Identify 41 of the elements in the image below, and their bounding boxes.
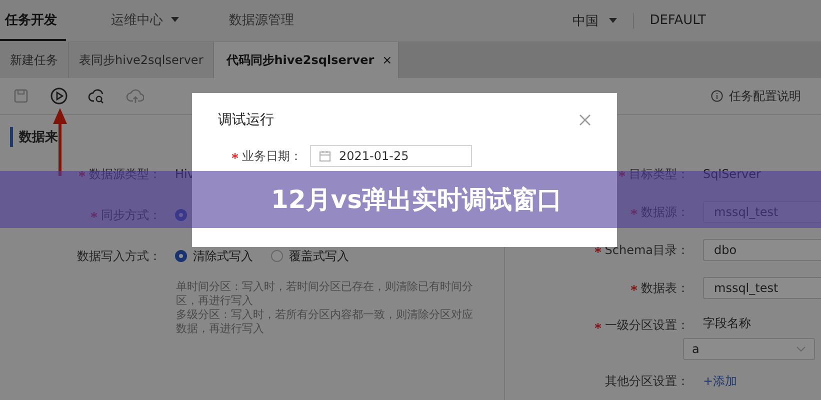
input-field[interactable]: dbo (703, 239, 821, 261)
input-field[interactable]: mssql_test (703, 277, 821, 299)
nav-tab[interactable]: 运维中心 (106, 0, 184, 41)
caret-icon (608, 18, 617, 23)
calendar-icon (319, 150, 331, 162)
help-link[interactable]: 任务配置说明 (729, 88, 801, 104)
task-tab[interactable]: 新建任务 (0, 42, 69, 78)
radio-label: 清除式写入 (193, 248, 253, 264)
task-tab[interactable]: 表同步hive2sqlserver (69, 42, 214, 78)
play-icon[interactable] (50, 87, 68, 105)
help-text: 单时间分区：写入时，若时间分区已存在，则清除已有时间分 (176, 280, 474, 294)
chevron-icon (796, 346, 806, 352)
radio-button[interactable] (175, 209, 187, 221)
cloud-search-icon[interactable] (88, 87, 106, 105)
help-text: 数据，再进行写入 (176, 322, 265, 336)
tenant-label[interactable]: DEFAULT (650, 13, 706, 28)
field-label: 目标类型： (629, 166, 689, 182)
radio-button[interactable] (175, 250, 187, 262)
field-label: 一级分区设置： (605, 317, 689, 334)
help-text: 多级分区：写入时，若所有分区内容都一致，则清除分区对应 (176, 308, 474, 322)
close-icon[interactable] (579, 114, 591, 126)
field-label: 数据源类型： (89, 166, 161, 182)
region-dropdown[interactable]: 中国 (572, 12, 617, 30)
task-tab[interactable]: 代码同步hive2sqlserver × (214, 42, 400, 78)
close-tab-button[interactable]: × (382, 53, 392, 67)
field-label: 数据写入方式： (77, 248, 161, 264)
field-label: Schema目录： (604, 242, 689, 258)
help-text: 区，再进行写入 (176, 294, 254, 308)
radio-button[interactable] (271, 250, 283, 262)
radio-label: 覆盖式写入 (289, 248, 349, 264)
field-label: 数据表： (641, 280, 689, 296)
banner-title: 12月vs弹出实时调试窗口 (271, 184, 562, 216)
field-label: 其他分区设置： (605, 372, 689, 390)
column-caption: 字段名称 (703, 315, 752, 332)
field-label: 业务日期： (242, 148, 302, 164)
nav-tab[interactable]: 数据源管理 (224, 0, 299, 41)
dialog-title: 调试运行 (218, 111, 274, 129)
select-field[interactable]: a (683, 338, 815, 360)
add-link[interactable]: +添加 (703, 372, 738, 390)
date-field[interactable]: 2021-01-25 (310, 145, 472, 167)
info-icon (711, 90, 723, 102)
